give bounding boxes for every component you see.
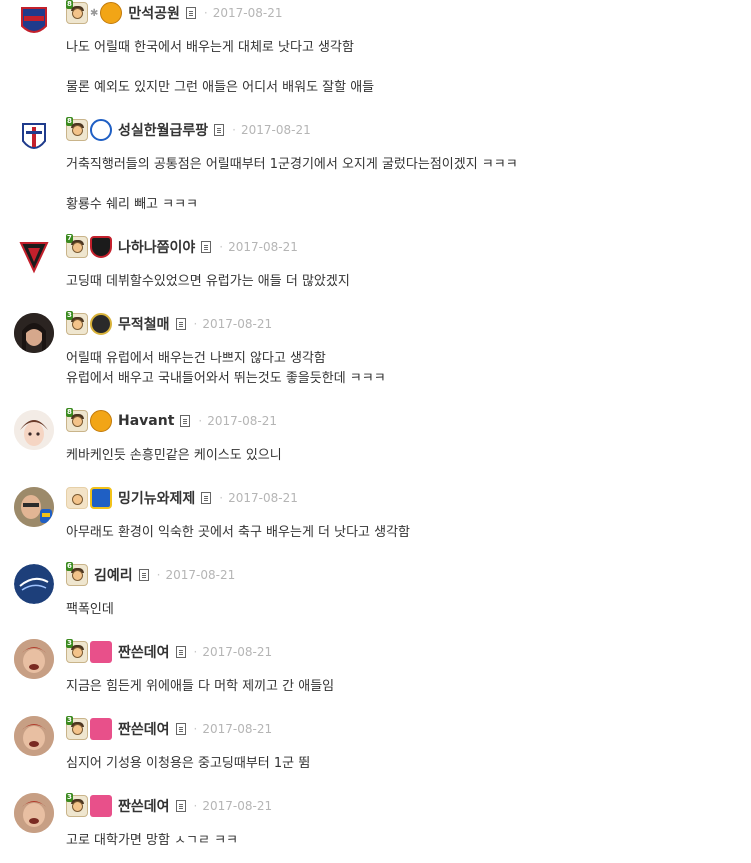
- nickname[interactable]: 짠쓴데여: [118, 796, 170, 816]
- comment-date: 2017-08-21: [202, 645, 273, 659]
- comment-text: 고로 대학가면 망함 ㅅㄱㄹ ㅋㅋ: [66, 833, 239, 848]
- nickname[interactable]: Havant: [118, 413, 174, 429]
- sparkle-icon: ✱: [90, 7, 99, 19]
- level-badge-icon: 8: [66, 408, 88, 432]
- nickname[interactable]: 밍기뉴와제제: [118, 488, 195, 508]
- nickname[interactable]: 짠쓴데여: [118, 642, 170, 662]
- avatar-emblem-icon: [14, 119, 54, 159]
- comment-text: 물론 예외도 있지만 그런 애들은 어디서 배워도 잘할 애들: [66, 80, 375, 95]
- avatar-emblem-icon: [14, 2, 54, 42]
- crown-badge-icon: [90, 795, 112, 817]
- comment-text: 팩폭인데: [66, 602, 114, 617]
- comment-text: 고딩때 데뷔할수있었으면 유럽가는 애들 더 많았겠지: [66, 274, 350, 289]
- memo-icon[interactable]: [175, 318, 186, 330]
- avatar-photo-icon: [14, 410, 54, 450]
- separator-dot: ·: [156, 568, 161, 582]
- nickname[interactable]: 나하나쯤이야: [118, 237, 195, 257]
- memo-icon[interactable]: [175, 646, 186, 658]
- comment-date: 2017-08-21: [165, 568, 236, 582]
- memo-icon[interactable]: [214, 124, 225, 136]
- level-badge-icon: [66, 487, 88, 509]
- separator-dot: ·: [219, 491, 224, 505]
- separator-dot: ·: [203, 6, 208, 20]
- level-badge-icon: 8: [66, 117, 88, 141]
- separator-dot: ·: [193, 645, 198, 659]
- comment-text: 지금은 힘든게 위에애들 다 머학 제끼고 간 애들임: [66, 679, 335, 694]
- crown-badge-icon: [90, 641, 112, 663]
- level-badge-icon: 6: [66, 562, 88, 586]
- comment-date: 2017-08-21: [202, 722, 273, 736]
- separator-dot: ·: [193, 722, 198, 736]
- comment-text: 어릴때 유럽에서 배우는건 나쁘지 않다고 생각함: [66, 351, 326, 366]
- comment-text: 유럽에서 배우고 국내들어와서 뛰는것도 좋을듯한데 ㅋㅋㅋ: [66, 371, 386, 386]
- avatar[interactable]: [14, 2, 54, 42]
- avatar[interactable]: [14, 564, 54, 604]
- level-badge-icon: 3: [66, 639, 88, 663]
- memo-icon[interactable]: [185, 7, 196, 19]
- team-emblem-icon: [90, 236, 112, 258]
- avatar-photo-icon: [14, 793, 54, 833]
- avatar[interactable]: [14, 119, 54, 159]
- comment-text: 심지어 기성용 이청용은 중고딩때부터 1군 뜀: [66, 756, 311, 771]
- comment-date: 2017-08-21: [228, 491, 298, 505]
- avatar[interactable]: [14, 487, 54, 527]
- comment-text: 케바케인듯 손흥민같은 케이스도 있으니: [66, 448, 282, 463]
- crown-badge-icon: [90, 718, 112, 740]
- comment-text: 나도 어릴때 한국에서 배우는게 대체로 낫다고 생각함: [66, 40, 354, 55]
- avatar[interactable]: [14, 236, 54, 276]
- comment-text: 아무래도 환경이 익숙한 곳에서 축구 배우는게 더 낫다고 생각함: [66, 525, 411, 540]
- separator-dot: ·: [193, 317, 198, 331]
- team-emblem-icon: [90, 119, 112, 141]
- comment-date: 2017-08-21: [202, 799, 273, 813]
- avatar-photo-icon: [14, 639, 54, 679]
- avatar-emblem-icon: [14, 564, 54, 604]
- nickname[interactable]: 만석공원: [128, 3, 180, 23]
- avatar-emblem-icon: [14, 236, 54, 276]
- separator-dot: ·: [193, 799, 198, 813]
- comment-date: 2017-08-21: [202, 317, 273, 331]
- separator-dot: ·: [219, 240, 224, 254]
- comment-date: 2017-08-21: [241, 123, 311, 137]
- team-emblem-icon: [90, 410, 112, 432]
- avatar[interactable]: [14, 410, 54, 450]
- memo-icon[interactable]: [201, 241, 212, 253]
- avatar-photo-icon: [14, 487, 54, 527]
- memo-icon[interactable]: [175, 723, 186, 735]
- comment-date: 2017-08-21: [212, 6, 283, 20]
- separator-dot: ·: [198, 414, 203, 428]
- memo-icon[interactable]: [175, 800, 186, 812]
- level-badge-icon: 7: [66, 234, 88, 258]
- avatar[interactable]: [14, 793, 54, 833]
- team-emblem-icon: [90, 313, 112, 335]
- avatar[interactable]: [14, 716, 54, 756]
- nickname[interactable]: 무적철매: [118, 314, 170, 334]
- nickname[interactable]: 성실한월급루팡: [118, 120, 208, 140]
- comment-text: 황룡수 쉐리 빼고 ㅋㅋㅋ: [66, 197, 198, 212]
- level-badge-icon: 3: [66, 311, 88, 335]
- comment-date: 2017-08-21: [228, 240, 298, 254]
- level-badge-icon: 3: [66, 716, 88, 740]
- avatar[interactable]: [14, 313, 54, 353]
- avatar-photo-icon: [14, 716, 54, 756]
- level-badge-icon: 3: [66, 793, 88, 817]
- nickname[interactable]: 김예리: [94, 565, 133, 585]
- comment-date: 2017-08-21: [207, 414, 277, 428]
- team-emblem-icon: [90, 487, 112, 509]
- team-emblem-icon: [100, 2, 123, 24]
- avatar-photo-icon: [14, 313, 54, 353]
- memo-icon[interactable]: [138, 569, 149, 581]
- nickname[interactable]: 짠쓴데여: [118, 719, 170, 739]
- comment-text: 거축직행러들의 공통점은 어릴때부터 1군경기에서 오지게 굴렀다는점이겠지 ㅋ…: [66, 157, 518, 172]
- memo-icon[interactable]: [180, 415, 191, 427]
- avatar[interactable]: [14, 639, 54, 679]
- level-badge-icon: 8: [66, 0, 88, 24]
- separator-dot: ·: [232, 123, 236, 137]
- memo-icon[interactable]: [201, 492, 212, 504]
